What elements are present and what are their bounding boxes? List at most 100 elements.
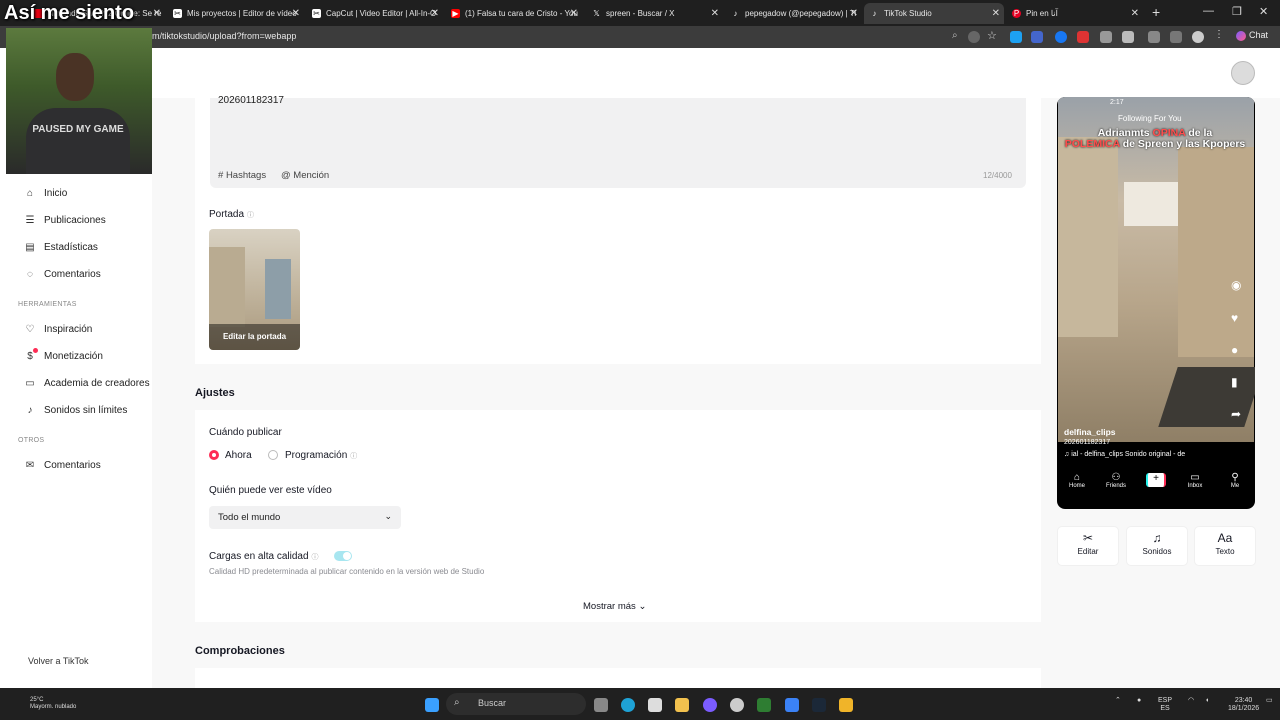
extension-icon[interactable] [1010,31,1022,43]
search-icon[interactable]: ⌕ [952,30,964,42]
puzzle-icon[interactable] [1122,31,1134,43]
back-to-tiktok-link[interactable]: Volver a TikTok [28,656,89,666]
sidebar-item-sonidos[interactable]: ♪ Sonidos sin límites [24,405,128,416]
profile-icon[interactable] [1192,31,1204,43]
avatar[interactable] [1231,61,1255,85]
info-icon[interactable]: ⓘ [350,453,357,460]
description-field[interactable] [210,98,1026,188]
sidebar-item-inspiracion[interactable]: ♡ Inspiración [24,324,93,335]
mention-button[interactable]: @ Mención [281,170,329,181]
capcut-icon: ✂ [173,9,182,18]
sidebar-item-publicaciones[interactable]: ☰ Publicaciones [24,215,106,226]
edge-icon[interactable] [621,698,635,712]
downloads-icon[interactable] [1170,31,1182,43]
hash-icon: # [218,170,226,181]
edit-cover-button[interactable]: Editar la portada [209,324,300,350]
new-tab-button[interactable]: + [1152,4,1160,20]
notifications-icon[interactable]: ▭ [1266,697,1273,705]
close-tab-icon[interactable]: ✕ [431,8,439,19]
close-tab-icon[interactable]: ✕ [711,8,719,19]
phone-nav-me: ⚲ Me [1230,472,1240,489]
wifi-icon[interactable]: ◠ [1188,697,1194,705]
tray-chevron-icon[interactable]: ⌃ [1115,697,1121,705]
windows-start-icon[interactable] [425,698,439,712]
close-tab-icon[interactable]: ✕ [850,8,858,19]
mic-icon[interactable]: ● [1137,697,1141,705]
sidebar-item-academia[interactable]: ▭ Academia de creadores [24,378,149,389]
sidebar-item-comentarios[interactable]: ◌ Comentarios [24,269,101,280]
app-icon[interactable] [839,698,853,712]
browser-tab[interactable]: ✂ CapCut | Video Editor | All-In-O ✕ [306,3,443,24]
chat-button[interactable]: Chat [1236,30,1268,41]
radio-now[interactable] [209,450,219,460]
close-tab-icon[interactable]: ✕ [570,8,578,19]
text-tool-button[interactable]: Aa Texto [1195,527,1255,565]
maximize-button[interactable]: ❐ [1232,5,1242,18]
phone-feed-tabs: Following For You [1118,114,1182,123]
browser-tab[interactable]: P Pin en آنا ✕ [1006,3,1143,24]
terminal-icon[interactable] [757,698,771,712]
sidebar-item-inicio[interactable]: ⌂ Inicio [24,188,67,199]
folder-icon[interactable] [675,698,689,712]
scissors-icon: ✂ [1082,531,1094,545]
home-icon: ⌂ [1073,472,1081,483]
close-tab-icon[interactable]: ✕ [992,8,1000,19]
phone-username: delfina_clips [1064,427,1116,437]
notepad-icon[interactable] [785,698,799,712]
task-view-icon[interactable] [594,698,608,712]
webcam-shirt: PAUSED MY GAME [26,108,130,174]
chevron-down-icon: ⌄ [384,511,392,521]
close-tab-icon[interactable]: ✕ [1131,8,1139,19]
discord-icon[interactable] [703,698,717,712]
sounds-tool-button[interactable]: ♫ Sonidos [1127,527,1187,565]
lang-indicator[interactable]: ESP ES [1158,697,1172,713]
extension-icon[interactable] [1055,31,1067,43]
edit-tool-button[interactable]: ✂ Editar [1058,527,1118,565]
visibility-label: Quién puede ver este vídeo [209,485,332,496]
extension-icon[interactable] [1031,31,1043,43]
url-field[interactable]: m/tiktokstudio/upload?from=webapp [152,31,296,41]
weather-widget[interactable]: 25°C Mayorm. nublado [30,697,76,711]
phone-nav-inbox: ▭ Inbox [1187,472,1203,489]
cover-thumbnail[interactable]: Editar la portada [209,229,300,350]
hashtags-button[interactable]: # Hashtags [218,170,266,181]
steam-icon[interactable] [812,698,826,712]
extension-icon[interactable] [1148,31,1160,43]
close-tab-icon[interactable]: ✕ [153,8,161,19]
phone-nav-friends: ⚇ Friends [1105,472,1126,489]
store-icon[interactable] [648,698,662,712]
browser-tab[interactable]: ▶ (1) Falsa tu cara de Cristo - You ✕ [445,3,582,24]
when-label: Cuándo publicar [209,427,282,438]
sidebar-item-estadisticas[interactable]: ▤ Estadísticas [24,242,98,253]
inbox-icon: ▭ [1190,472,1200,483]
star-icon[interactable]: ☆ [987,29,999,42]
clock[interactable]: 23:40 18/1/2026 [1228,697,1259,713]
browser-tab[interactable]: 𝕏spreen - Buscar / X ✕ [586,3,723,24]
close-tab-icon[interactable]: ✕ [292,8,300,19]
x-icon: 𝕏 [593,9,600,18]
at-icon: @ [281,170,294,181]
extension-icon[interactable] [1077,31,1089,43]
browser-tab-active[interactable]: ♪ TikTok Studio ✕ [864,3,1004,24]
volume-icon[interactable]: ◖ [1205,697,1209,705]
radio-schedule[interactable] [268,450,278,460]
extension-icon[interactable] [1100,31,1112,43]
info-icon[interactable]: ⓘ [247,212,254,219]
taskbar-search[interactable]: Buscar [446,693,586,715]
menu-icon[interactable]: ⋮ [1214,29,1226,41]
info-icon[interactable]: ⓘ [312,554,319,561]
share-icon: ➦ [1231,407,1242,421]
search-icon: ⌕ [454,697,460,708]
blocked-icon[interactable] [968,31,980,43]
browser-tab[interactable]: ♪ pepegadow (@pepegadow) | Ti ✕ [725,3,862,24]
hq-toggle[interactable] [334,551,352,561]
minimize-button[interactable]: — [1203,5,1214,17]
sidebar-item-feedback[interactable]: ✉ Comentarios [24,460,101,471]
chrome-icon[interactable] [730,698,744,712]
sidebar-section-tools: HERRAMIENTAS [18,301,77,308]
close-window-button[interactable]: ✕ [1259,5,1268,18]
browser-tab[interactable]: ✂ Mis proyectos | Editor de vídeo ✕ [167,3,304,24]
video-scene-building [1178,147,1254,357]
show-more-button[interactable]: Mostrar más ⌄ [583,601,646,612]
visibility-select[interactable]: Todo el mundo ⌄ [209,506,401,529]
